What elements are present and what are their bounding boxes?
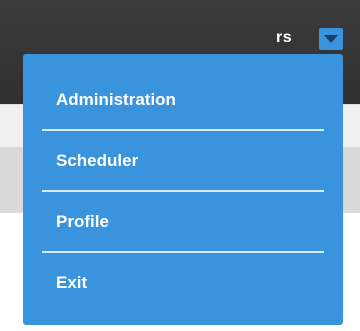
user-dropdown-menu: Administration Scheduler Profile Exit [23,54,343,325]
caret-down-icon [324,35,338,43]
user-menu-toggle-button[interactable] [319,28,343,50]
user-name[interactable]: rs [276,29,292,47]
menu-item-exit[interactable]: Exit [36,253,330,312]
menu-item-administration[interactable]: Administration [36,70,330,129]
app-page: rs Administration Scheduler Profile Exit [0,0,360,331]
menu-item-profile[interactable]: Profile [36,192,330,251]
menu-item-scheduler[interactable]: Scheduler [36,131,330,190]
